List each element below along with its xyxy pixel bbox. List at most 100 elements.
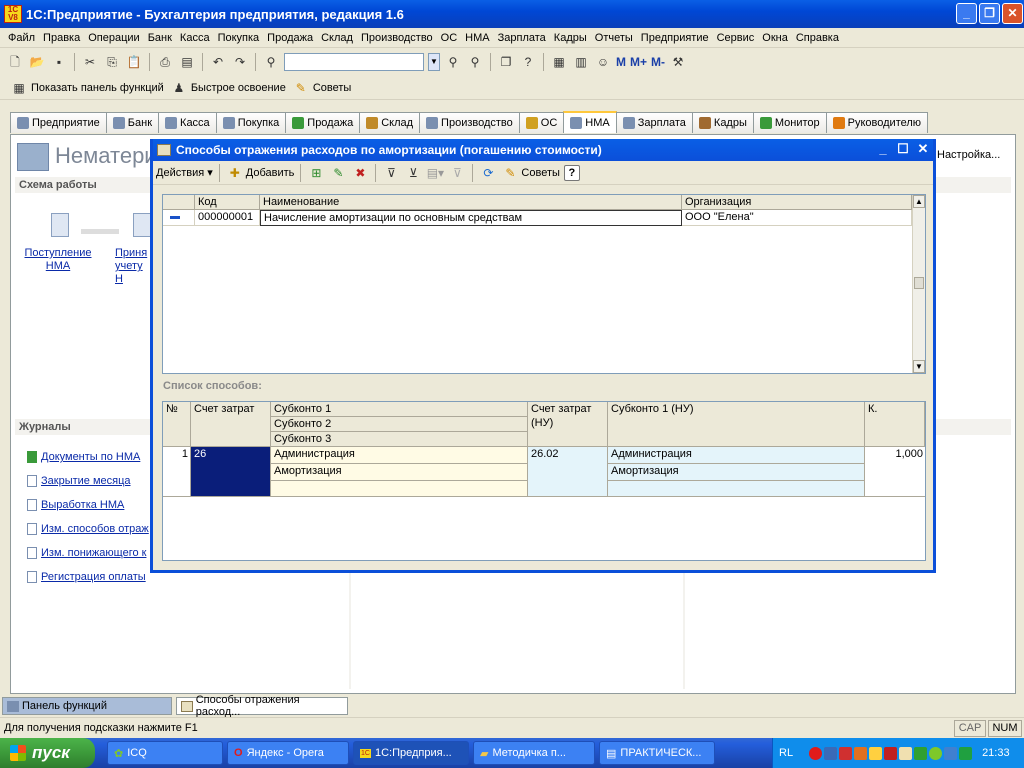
search-input[interactable]	[284, 53, 424, 71]
menu-help[interactable]: Справка	[792, 32, 843, 44]
journal-item[interactable]: Закрытие месяца	[27, 469, 149, 493]
journal-item[interactable]: Выработка НМА	[27, 493, 149, 517]
window-tips-button[interactable]: ✎ Советы	[501, 164, 560, 182]
tab-fixed-assets[interactable]: ОС	[518, 112, 565, 133]
tab-personnel[interactable]: Кадры	[691, 112, 754, 133]
document-icon[interactable]	[51, 213, 69, 237]
tab-purchase[interactable]: Покупка	[215, 112, 287, 133]
edit-icon[interactable]: ✎	[329, 164, 347, 182]
tray-app-icon[interactable]	[884, 746, 898, 760]
cell-subconto-1[interactable]: Администрация	[271, 447, 528, 464]
tips-button[interactable]: ✎ Советы	[292, 79, 352, 97]
cell-subconto-2-tax[interactable]: Амортизация	[608, 464, 865, 481]
add-button[interactable]: ✚ Добавить	[226, 164, 295, 182]
cut-icon[interactable]: ✂	[81, 53, 99, 71]
help-button[interactable]: ?	[563, 164, 580, 181]
scroll-thumb[interactable]	[914, 277, 924, 289]
find-prev-icon[interactable]: ⚲	[466, 53, 484, 71]
restore-button[interactable]: ❐	[979, 3, 1000, 24]
header-cost-account-tax[interactable]: Счет затрат (НУ)	[528, 402, 608, 447]
taskbar-opera[interactable]: O Яндекс - Opera	[227, 741, 349, 765]
header-number[interactable]: №	[163, 402, 191, 447]
tab-cash[interactable]: Касса	[158, 112, 217, 133]
menu-salary[interactable]: Зарплата	[494, 32, 550, 44]
clear-filter-icon[interactable]: ⊽	[448, 164, 466, 182]
menu-file[interactable]: Файл	[4, 32, 39, 44]
tab-director[interactable]: Руководителю	[825, 112, 929, 133]
tray-app-icon[interactable]	[869, 746, 883, 760]
preview-icon[interactable]: ▤	[178, 53, 196, 71]
user-icon[interactable]: ☺	[594, 53, 612, 71]
chevron-down-icon[interactable]: ▼	[428, 53, 440, 71]
table-header-organization[interactable]: Организация	[682, 195, 912, 210]
actions-menu-button[interactable]: Действия ▾	[156, 166, 213, 179]
windows-icon[interactable]: ❐	[497, 53, 515, 71]
add-copy-icon[interactable]: ⊞	[307, 164, 325, 182]
menu-bank[interactable]: Банк	[144, 32, 176, 44]
firewall-icon[interactable]	[854, 746, 868, 760]
document-icon[interactable]	[133, 213, 151, 237]
menu-edit[interactable]: Правка	[39, 32, 84, 44]
journal-item[interactable]: Изм. способов отраж	[27, 517, 149, 541]
scroll-down-icon[interactable]: ▼	[913, 360, 925, 373]
cell-code[interactable]: 000000001	[195, 210, 260, 226]
tab-enterprise[interactable]: Предприятие	[10, 112, 107, 133]
journal-item[interactable]: Регистрация оплаты	[27, 565, 149, 589]
menu-production[interactable]: Производство	[357, 32, 437, 44]
journal-item[interactable]: Документы по НМА	[27, 445, 149, 469]
open-folder-icon[interactable]: 📂	[28, 53, 46, 71]
tab-monitor[interactable]: Монитор	[752, 112, 827, 133]
tab-intangibles[interactable]: НМА	[563, 111, 617, 133]
tray-app-icon[interactable]	[914, 746, 928, 760]
taskbar-1c[interactable]: 1С 1С:Предприя...	[353, 741, 469, 765]
menu-personnel[interactable]: Кадры	[550, 32, 591, 44]
filter-icon[interactable]: ⊽	[382, 164, 400, 182]
tab-production[interactable]: Производство	[419, 112, 520, 133]
menu-purchase[interactable]: Покупка	[214, 32, 264, 44]
header-coefficient[interactable]: К.	[865, 402, 925, 447]
menu-operations[interactable]: Операции	[84, 32, 143, 44]
show-panel-button[interactable]: ▦ Показать панель функций	[10, 79, 164, 97]
header-subconto-1-tax[interactable]: Субконто 1 (НУ)	[608, 402, 865, 447]
taskbar-practical[interactable]: ▤ ПРАКТИЧЕСК...	[599, 741, 715, 765]
menu-sales[interactable]: Продажа	[263, 32, 317, 44]
menu-windows[interactable]: Окна	[758, 32, 792, 44]
copy-icon[interactable]: ⎘	[103, 53, 121, 71]
cell-number[interactable]: 1	[163, 447, 191, 497]
language-indicator[interactable]: RL	[779, 747, 793, 759]
tab-depreciation-methods[interactable]: Способы отражения расход...	[176, 694, 348, 718]
calendar-icon[interactable]: ▥	[572, 53, 590, 71]
menu-cash[interactable]: Касса	[176, 32, 214, 44]
journal-link[interactable]: Регистрация оплаты	[41, 571, 146, 583]
window-close-button[interactable]: ✕	[913, 141, 933, 157]
close-button[interactable]: ✕	[1002, 3, 1023, 24]
start-button[interactable]: пуск	[0, 738, 95, 768]
journal-link[interactable]: Закрытие месяца	[41, 475, 131, 487]
tab-bank[interactable]: Банк	[105, 112, 160, 133]
refresh-icon[interactable]: ⟳	[479, 164, 497, 182]
taskbar-methodichka[interactable]: ▰ Методичка п...	[473, 741, 595, 765]
taskbar-icq[interactable]: ✿ ICQ	[107, 741, 223, 765]
scroll-up-icon[interactable]: ▲	[913, 195, 925, 208]
redo-icon[interactable]: ↷	[231, 53, 249, 71]
undo-icon[interactable]: ↶	[209, 53, 227, 71]
menu-reports[interactable]: Отчеты	[591, 32, 637, 44]
settings-link[interactable]: Настройка...	[937, 149, 1000, 161]
tools-icon[interactable]: ⚒	[669, 53, 687, 71]
antivirus-icon[interactable]	[839, 746, 853, 760]
cell-subconto-3-tax[interactable]	[608, 481, 865, 497]
menu-service[interactable]: Сервис	[713, 32, 759, 44]
minimize-button[interactable]: _	[956, 3, 977, 24]
journal-link[interactable]: Изм. способов отраж	[41, 523, 149, 535]
cell-cost-account[interactable]: 26	[191, 447, 271, 497]
volume-icon[interactable]	[899, 746, 913, 760]
cell-name[interactable]: Начисление амортизации по основным средс…	[260, 210, 682, 226]
vertical-scrollbar[interactable]: ▲ ▼	[912, 195, 925, 373]
window-maximize-button[interactable]: ☐	[893, 141, 913, 157]
quick-learn-button[interactable]: ♟ Быстрое освоение	[170, 79, 285, 97]
memory-subtract-icon[interactable]: M-	[651, 53, 665, 71]
filter-history-icon[interactable]: ▤▾	[426, 164, 444, 182]
calculator-icon[interactable]: ▦	[550, 53, 568, 71]
cell-subconto-3[interactable]	[271, 481, 528, 497]
menu-enterprise[interactable]: Предприятие	[637, 32, 713, 44]
